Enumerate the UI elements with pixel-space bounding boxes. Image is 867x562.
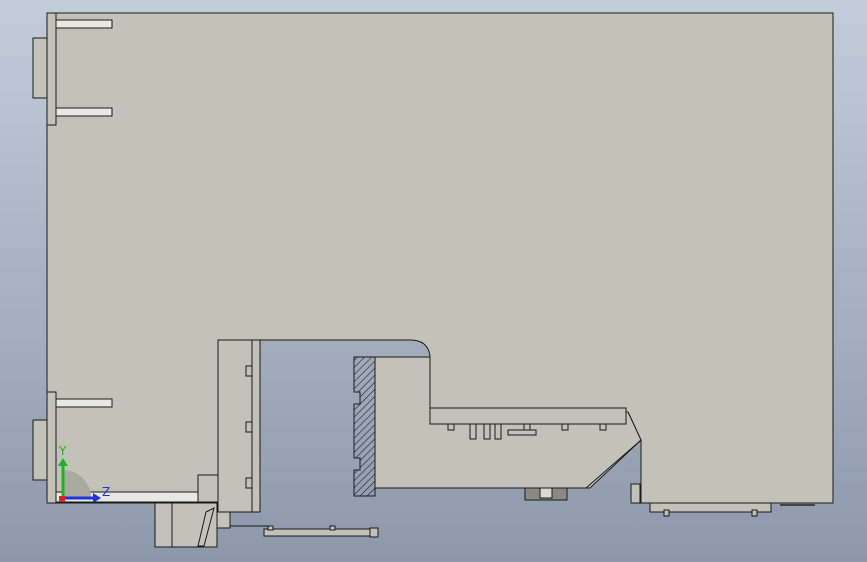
fastener-3[interactable] xyxy=(483,423,491,440)
cad-graphics-viewport[interactable]: Y Z xyxy=(0,0,867,562)
right-small-block[interactable] xyxy=(630,483,641,504)
left-rail-top[interactable] xyxy=(46,12,57,126)
lower-foot-block[interactable] xyxy=(154,502,173,548)
left-flange-top[interactable] xyxy=(32,37,48,99)
slot-2[interactable] xyxy=(55,107,113,117)
column-notch-3[interactable] xyxy=(245,477,253,489)
base-bolt-1[interactable] xyxy=(663,509,670,517)
fastener-4[interactable] xyxy=(494,423,502,440)
fastener-1[interactable] xyxy=(447,423,455,431)
fastener-6[interactable] xyxy=(523,423,531,431)
slide-rail[interactable] xyxy=(263,528,379,537)
triad-z-label: Z xyxy=(102,485,110,499)
triad-x-axis-marker xyxy=(59,496,65,502)
slide-rail-tab-2[interactable] xyxy=(329,525,336,531)
slot-1[interactable] xyxy=(55,19,113,29)
machine-assembly[interactable] xyxy=(32,12,834,548)
column-notch-2[interactable] xyxy=(245,421,253,433)
fastener-2[interactable] xyxy=(469,423,477,440)
triad-y-label: Y xyxy=(58,444,67,458)
fastener-7[interactable] xyxy=(561,423,569,431)
nozzle-tip[interactable] xyxy=(539,487,553,499)
slide-rail-tab-1[interactable] xyxy=(267,525,274,531)
fastener-5[interactable] xyxy=(507,429,537,436)
vertical-column[interactable] xyxy=(217,339,261,513)
fastener-8[interactable] xyxy=(599,423,607,431)
left-flange-bottom[interactable] xyxy=(32,419,48,481)
arm-bracket[interactable] xyxy=(216,511,231,529)
slot-3[interactable] xyxy=(55,398,113,408)
hatched-section[interactable] xyxy=(353,356,376,497)
column-notch-1[interactable] xyxy=(245,365,253,377)
slide-rail-end[interactable] xyxy=(369,527,379,538)
bottom-left-step[interactable] xyxy=(197,474,219,503)
arm-top-plate[interactable] xyxy=(429,407,627,425)
model-view-svg[interactable]: Y Z xyxy=(0,0,867,562)
left-rail-bottom[interactable] xyxy=(46,391,57,504)
base-bolt-2[interactable] xyxy=(751,509,758,517)
